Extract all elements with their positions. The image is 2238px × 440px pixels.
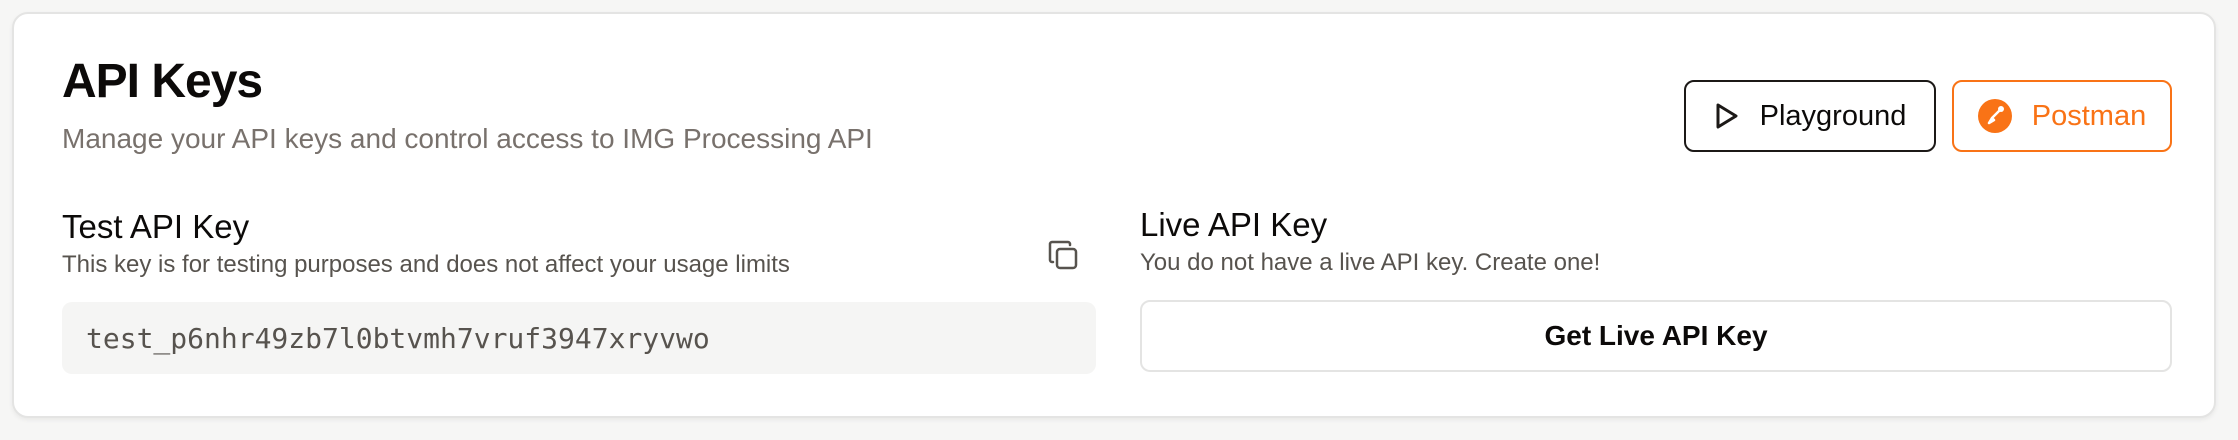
test-key-description: This key is for testing purposes and doe…	[62, 251, 790, 278]
live-key-title: Live API Key	[1140, 206, 1328, 243]
get-live-api-key-button[interactable]: Get Live API Key	[1140, 300, 2172, 372]
postman-logo-icon	[1977, 99, 2012, 133]
copy-icon	[1047, 239, 1081, 278]
test-api-key-field[interactable]: test_p6nhr49zb7l0btvmh7vruf3947xryvwo	[62, 302, 1096, 374]
live-key-description: You do not have a live API key. Create o…	[1140, 249, 1601, 276]
play-icon	[1714, 102, 1740, 130]
playground-button[interactable]: Playground	[1684, 80, 1936, 152]
api-keys-card: API Keys Manage your API keys and contro…	[12, 12, 2216, 418]
page-subtitle: Manage your API keys and control access …	[62, 123, 873, 154]
get-live-api-key-label: Get Live API Key	[1544, 320, 1768, 351]
copy-key-button[interactable]	[1046, 240, 1082, 276]
test-api-key-value: test_p6nhr49zb7l0btvmh7vruf3947xryvwo	[86, 321, 710, 355]
postman-label: Postman	[2031, 99, 2147, 132]
page-title: API Keys	[62, 55, 263, 108]
playground-label: Playground	[1759, 99, 1907, 132]
postman-button[interactable]: Postman	[1952, 80, 2172, 152]
test-key-title: Test API Key	[62, 208, 250, 245]
